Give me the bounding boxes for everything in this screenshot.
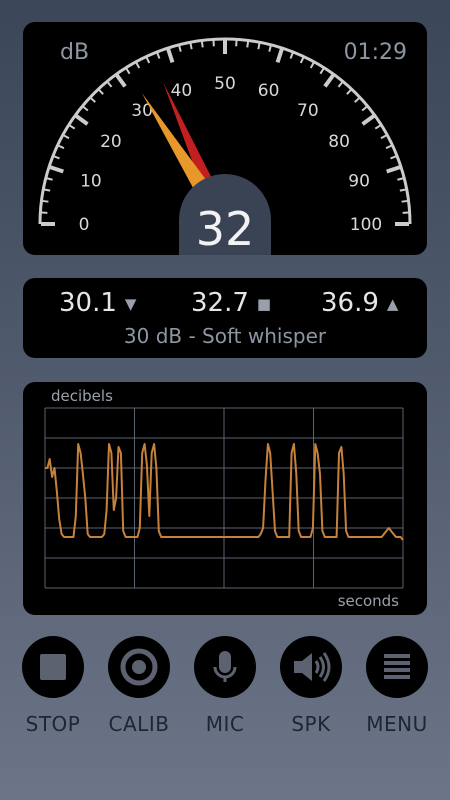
gauge-tick [323, 73, 335, 88]
gauge-tick-label: 20 [100, 132, 122, 152]
gauge-tick [246, 41, 250, 48]
decibel-history-graph: decibels seconds [23, 382, 427, 615]
gauge-tick [115, 73, 127, 88]
gauge-tick-label: 70 [297, 101, 319, 121]
gauge-tick-label: 100 [350, 215, 382, 235]
gauge-tick [106, 81, 113, 88]
gauge-tick [74, 114, 89, 126]
min-down-arrow-icon: ▼ [124, 295, 137, 313]
gauge-tick [390, 155, 397, 160]
speaker-icon [280, 636, 342, 698]
min-stat: 30.1 ▼ [59, 288, 136, 318]
gauge-tick [166, 48, 175, 63]
level-description: 30 dB - Soft whisper [123, 324, 327, 348]
gauge-tick [90, 97, 96, 103]
gauge-tick [98, 89, 104, 95]
menu-label: MENU [366, 712, 428, 736]
gauge-tick [319, 68, 325, 75]
graph-canvas: decibels seconds [44, 387, 404, 610]
gauge-tick [289, 52, 294, 59]
gauge-tick [309, 62, 315, 69]
menu-button[interactable]: MENU [354, 636, 440, 736]
stop-icon [22, 636, 84, 698]
gauge-tick-label: 50 [214, 74, 236, 94]
gauge-tick [42, 199, 49, 203]
gauge-tick [354, 97, 360, 103]
gauge-tick [82, 105, 89, 112]
elapsed-time: 01:29 [343, 40, 407, 65]
calib-label: CALIB [108, 712, 170, 736]
gauge-tick [257, 43, 261, 50]
gauge-tick [268, 45, 272, 52]
avg-value: 32.7 [191, 288, 249, 318]
gauge-tick [200, 41, 204, 48]
gauge-tick [49, 165, 64, 174]
avg-square-icon: ■ [256, 295, 272, 313]
gauge-tick [53, 155, 60, 160]
gauge-tick [156, 52, 161, 59]
gauge-tick [275, 48, 284, 63]
gauge-tick [380, 134, 387, 140]
current-db-value: 32 [196, 202, 255, 255]
max-value: 36.9 [321, 288, 379, 318]
max-up-arrow-icon: ▲ [386, 295, 399, 313]
gauge-tick [337, 81, 344, 88]
gauge-tick [63, 134, 70, 140]
gauge-tick-label: 80 [328, 132, 350, 152]
gauge-tick [385, 144, 392, 150]
control-bar: STOP CALIB MIC SPK MENU [0, 636, 450, 746]
gauge-tick [135, 62, 141, 69]
min-value: 30.1 [59, 288, 117, 318]
gauge-tick [399, 188, 406, 192]
speaker-label: SPK [291, 712, 331, 736]
max-stat: 36.9 ▲ [321, 288, 398, 318]
gauge-tick [69, 124, 76, 130]
gauge-tick [401, 199, 408, 203]
gauge-tick [386, 165, 401, 174]
gauge-tick [346, 89, 352, 95]
graph-x-label: seconds [338, 592, 399, 610]
gauge-tick [374, 124, 381, 130]
gauge-tick [46, 177, 53, 181]
gauge-tick [189, 43, 193, 50]
speaker-button[interactable]: SPK [268, 636, 354, 736]
stats-readout: 30.1 ▼ 32.7 ■ 36.9 ▲ 30 dB - Soft whisper [23, 278, 427, 358]
gauge-tick-label: 10 [80, 171, 102, 191]
stop-button[interactable]: STOP [10, 636, 96, 736]
mic-icon [194, 636, 256, 698]
gauge-tick [361, 105, 368, 112]
menu-icon [366, 636, 428, 698]
gauge-tick-label: 60 [258, 81, 280, 101]
avg-stat: 32.7 ■ [191, 288, 271, 318]
gauge-tick [397, 177, 404, 181]
gauge-tick [178, 45, 182, 52]
gauge-tick-label: 90 [348, 171, 370, 191]
mic-label: MIC [205, 712, 245, 736]
sound-level-gauge: 0 10 20 30 40 50 60 70 80 90 100 32 dB 01:29 [23, 22, 427, 255]
gauge-tick [299, 57, 305, 64]
gauge-tick-label: 0 [79, 215, 90, 235]
mic-button[interactable]: MIC [182, 636, 268, 736]
calib-button[interactable]: CALIB [96, 636, 182, 736]
calib-icon [108, 636, 170, 698]
gauge-tick [58, 144, 65, 150]
gauge-tick [145, 57, 151, 64]
gauge-tick [361, 114, 376, 126]
gauge-tick [125, 68, 131, 75]
unit-label: dB [60, 40, 90, 65]
graph-y-label: decibels [51, 387, 113, 405]
gauge-tick [44, 188, 51, 192]
stop-label: STOP [25, 712, 81, 736]
gauge-tick-label: 40 [171, 81, 193, 101]
